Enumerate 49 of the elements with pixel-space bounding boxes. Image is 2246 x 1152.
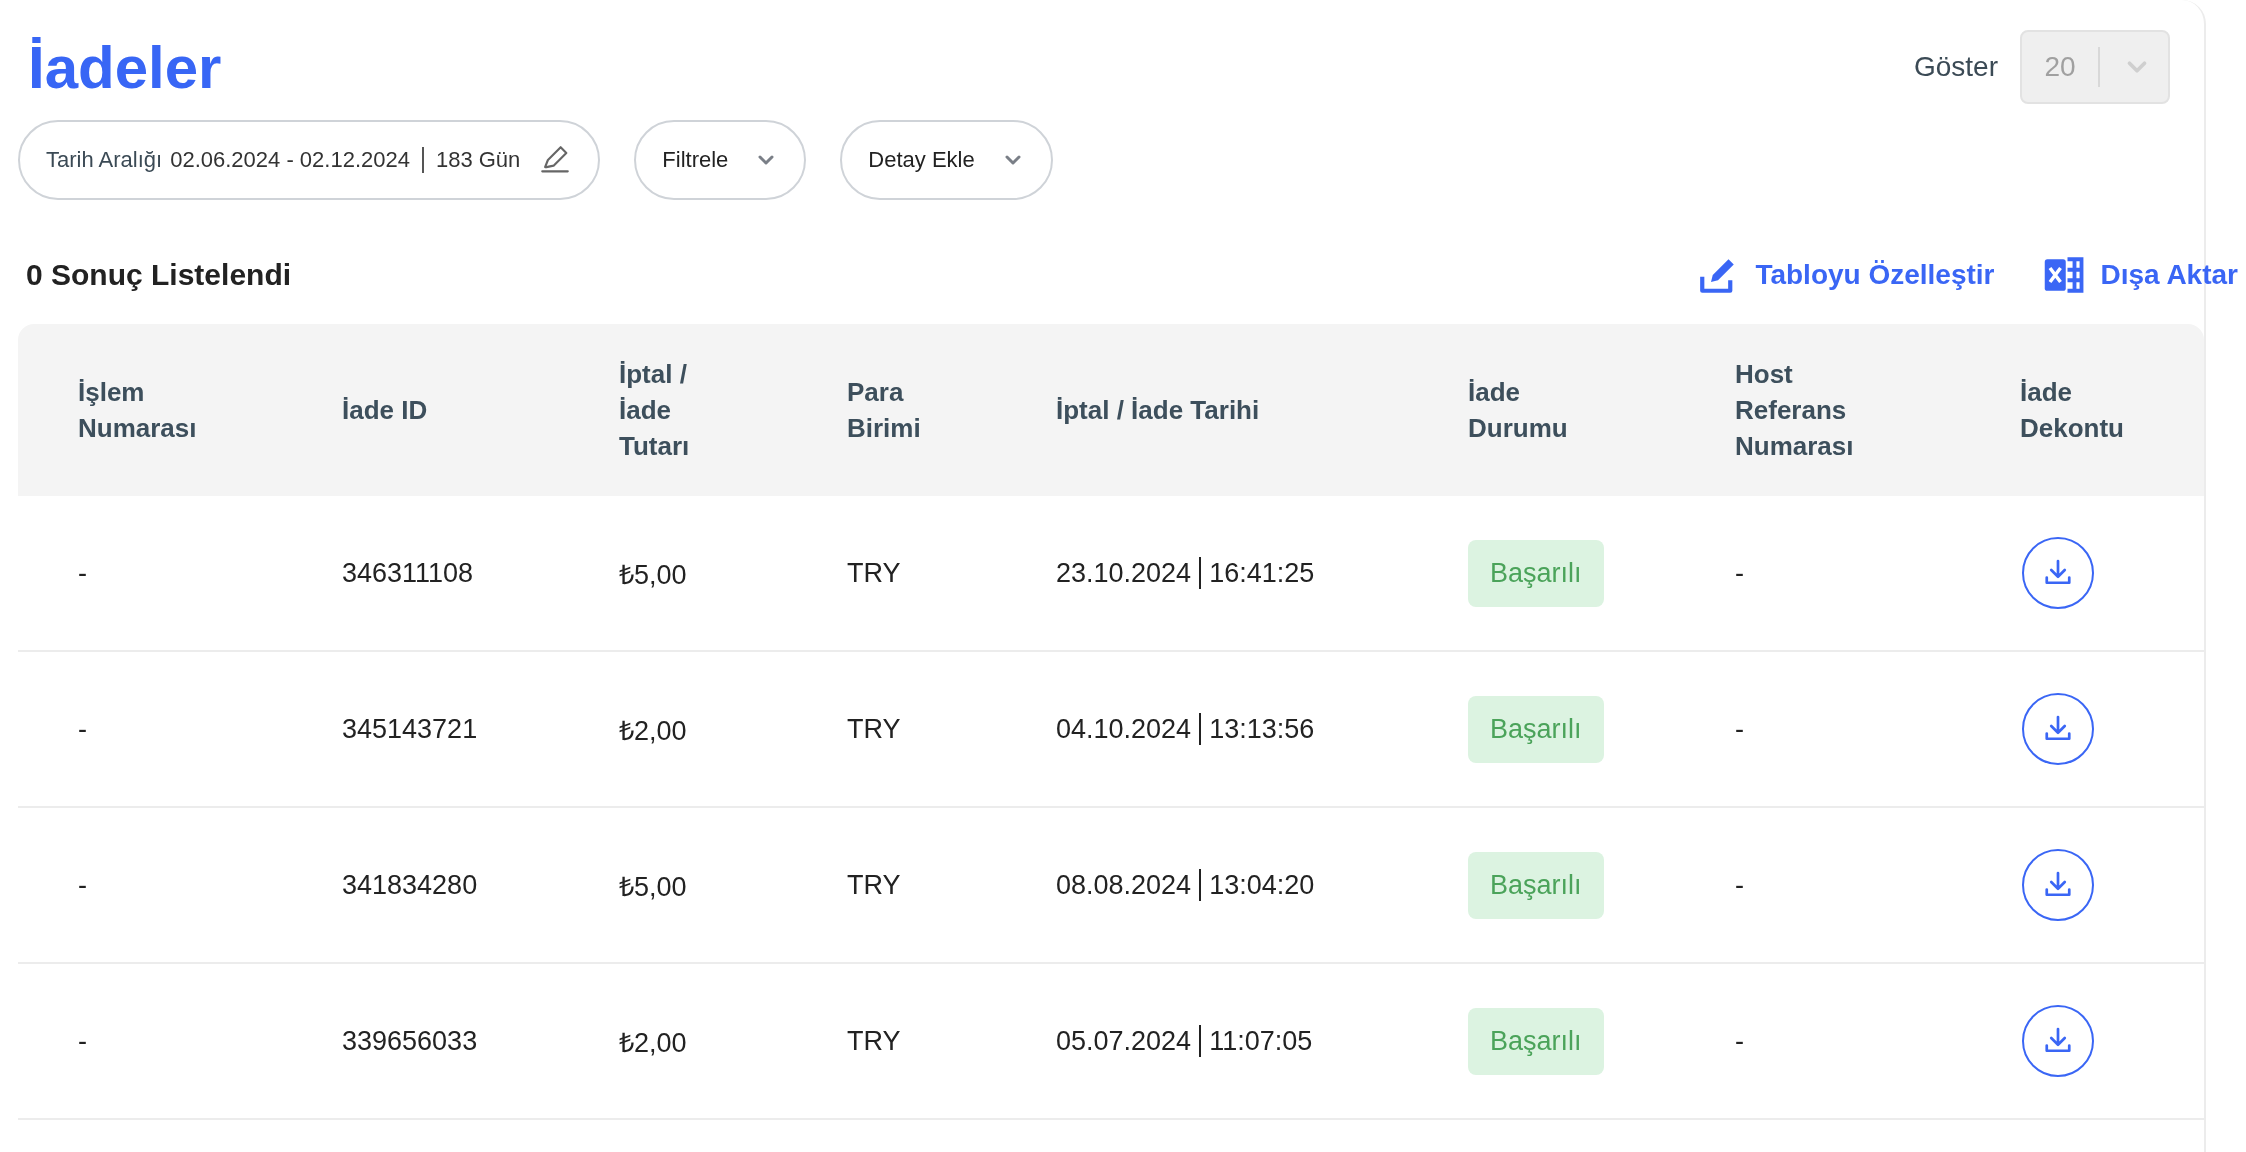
table-cell-text: - bbox=[78, 869, 88, 901]
table-cell-text: - bbox=[1735, 1025, 1745, 1057]
status-badge: Başarılı bbox=[1468, 1007, 1604, 1075]
table-cell-text: 339656033 bbox=[342, 1025, 479, 1057]
table-cell-text: - bbox=[78, 1025, 88, 1057]
date-text: 04.10.2024 bbox=[1056, 713, 1192, 745]
action-link[interactable]: Dışa Aktar bbox=[2042, 254, 2238, 296]
table-cell-text: - bbox=[1735, 869, 1745, 901]
action-link[interactable]: Tabloyu Özelleştir bbox=[1697, 254, 1995, 296]
column-header: İade Durumu bbox=[1468, 376, 1569, 445]
time-text: 11:07:05 bbox=[1209, 1025, 1313, 1057]
table-cell-text: 346311108 bbox=[342, 557, 475, 589]
column-header: İptal / İade Tutarı bbox=[619, 358, 691, 463]
table-cell-text: - bbox=[1735, 557, 1745, 589]
table-cell-text: TRY bbox=[847, 557, 902, 589]
table-cell-text: TRY bbox=[847, 1025, 902, 1057]
status-badge: Başarılı bbox=[1468, 851, 1604, 919]
date-range-button[interactable]: Tarih Aralığı 02.06.2024 - 02.12.2024 183 Gün bbox=[18, 120, 601, 200]
column-header: İptal / İade Tarihi bbox=[1056, 394, 1261, 427]
column-header: Host Referans Numarası bbox=[1735, 358, 1855, 463]
dropdown-button[interactable]: Detay Ekle bbox=[840, 120, 1053, 200]
table-cell-text: - bbox=[1735, 713, 1745, 745]
table-cell-text: 345143721 bbox=[342, 713, 479, 745]
table-cell-text: - bbox=[78, 713, 88, 745]
table-cell-text: ₺2,00 bbox=[619, 1026, 688, 1060]
time-text: 16:41:25 bbox=[1209, 557, 1315, 589]
column-header: İşlem Numarası bbox=[78, 376, 198, 445]
table-cell-text: - bbox=[78, 557, 88, 589]
table-cell-text: ₺5,00 bbox=[619, 558, 688, 592]
table-cell-text: TRY bbox=[847, 713, 902, 745]
page-title: İadeler bbox=[28, 33, 222, 103]
column-header: İade ID bbox=[342, 394, 429, 427]
page-size-label: Göster bbox=[1913, 51, 1998, 83]
time-text: 13:13:56 bbox=[1209, 713, 1315, 745]
result-count: 0 Sonuç Listelendi bbox=[26, 258, 292, 292]
status-badge: Başarılı bbox=[1468, 695, 1604, 763]
table-cell-text: TRY bbox=[847, 869, 902, 901]
spreadsheet-icon bbox=[2042, 254, 2085, 296]
date-text: 08.08.2024 bbox=[1056, 869, 1192, 901]
table-cell-text: 341834280 bbox=[342, 869, 479, 901]
time-text: 13:04:20 bbox=[1209, 869, 1315, 901]
table-cell-text: ₺2,00 bbox=[619, 714, 688, 748]
dropdown-button[interactable]: Filtrele bbox=[634, 120, 807, 200]
status-badge: Başarılı bbox=[1468, 539, 1604, 607]
table-cell-text: ₺5,00 bbox=[619, 870, 688, 904]
date-text: 23.10.2024 bbox=[1056, 557, 1192, 589]
column-header: Para Birimi bbox=[847, 376, 922, 445]
date-text: 05.07.2024 bbox=[1056, 1025, 1192, 1057]
column-header: İade Dekontu bbox=[2020, 376, 2125, 445]
